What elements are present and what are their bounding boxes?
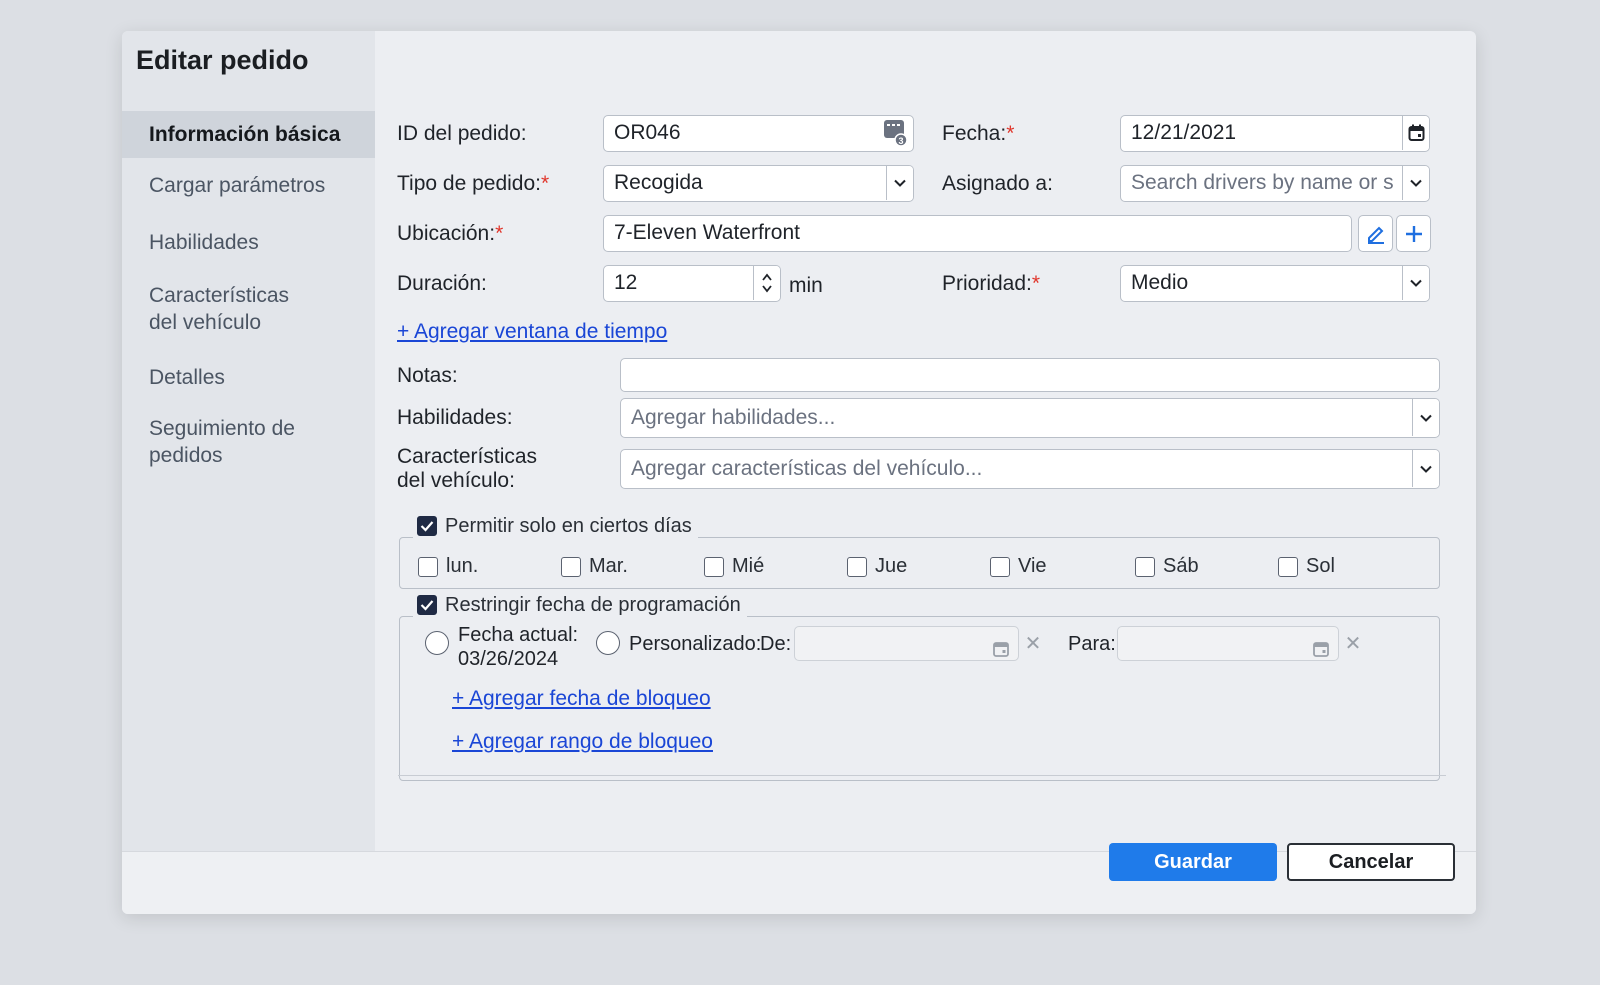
order-type-value: Recogida [614,171,703,194]
sidebar-item-basic-info[interactable]: Información básica [122,111,375,158]
day-sunday[interactable]: Sol [1278,555,1335,578]
assigned-to-placeholder: Search drivers by name or s [1131,171,1394,194]
sidebar: Editar pedido Información básica Cargar … [122,31,375,851]
edit-order-dialog: Editar pedido Información básica Cargar … [122,31,1476,914]
date-field[interactable]: 12/21/2021 [1120,115,1430,152]
location-field[interactable]: 7-Eleven Waterfront [603,215,1352,252]
day-wednesday[interactable]: Mié [704,555,764,578]
chevron-down-icon[interactable] [1402,166,1429,200]
sidebar-item-order-tracking[interactable]: Seguimiento de pedidos [122,415,342,469]
order-id-field[interactable]: OR046 3 [603,115,914,152]
vehicle-features-placeholder: Agregar características del vehículo... [631,457,983,480]
from-date-input[interactable] [794,626,1019,661]
location-label: Ubicación:* [397,222,504,245]
add-block-range-link[interactable]: + Agregar rango de bloqueo [452,730,713,754]
order-type-label: Tipo de pedido:* [397,172,550,195]
pencil-icon [1367,226,1384,244]
add-block-date-link[interactable]: + Agregar fecha de bloqueo [452,687,711,711]
notes-label: Notas: [397,364,458,387]
stepper-arrows-icon[interactable] [753,266,780,300]
restrict-date-legend: Restringir fecha de programación [413,592,747,618]
calendar-icon[interactable] [992,635,1010,660]
duration-unit: min [789,274,823,297]
allowed-days-legend: Permitir solo en ciertos días [413,513,698,539]
day-checkbox[interactable] [847,556,867,577]
vehicle-features-select[interactable]: Agregar características del vehículo... [620,449,1440,489]
notes-input[interactable] [620,358,1440,392]
plus-icon [1405,225,1422,242]
date-value: 12/21/2021 [1131,121,1237,144]
day-checkbox[interactable] [418,556,438,577]
calendar-icon[interactable] [1312,635,1330,660]
sidebar-item-skills[interactable]: Habilidades [122,229,375,256]
day-checkbox[interactable] [1278,556,1298,577]
clear-to-date-icon[interactable]: ✕ [1341,627,1365,660]
order-id-value: OR046 [614,121,681,144]
priority-select[interactable]: Medio [1120,265,1430,302]
assigned-to-label: Asignado a: [942,172,1053,195]
current-date-label: Fecha actual: 03/26/2024 [458,624,579,670]
day-checkbox[interactable] [561,556,581,577]
to-label: Para: [1068,633,1116,655]
from-label: De: [760,633,792,655]
chevron-down-icon[interactable] [886,166,913,200]
clear-from-date-icon[interactable]: ✕ [1021,627,1045,660]
calendar-icon[interactable] [1402,116,1429,150]
chevron-down-icon[interactable] [1402,266,1429,300]
sidebar-item-vehicle-features[interactable]: Características del vehículo [122,282,322,336]
skills-select[interactable]: Agregar habilidades... [620,398,1440,438]
svg-text:3: 3 [898,136,903,146]
chevron-down-icon[interactable] [1412,399,1439,436]
priority-label: Prioridad:* [942,272,1041,295]
custom-date-label: Personalizado: [629,633,762,655]
skills-label: Habilidades: [397,406,513,429]
day-monday[interactable]: lun. [418,555,478,578]
to-date-input[interactable] [1117,626,1339,661]
day-checkbox[interactable] [704,556,724,577]
duration-label: Duración: [397,272,487,295]
custom-date-radio[interactable] [596,631,620,655]
current-date-radio[interactable] [425,631,449,655]
day-checkbox[interactable] [990,556,1010,577]
day-checkbox[interactable] [1135,556,1155,577]
sidebar-item-load-parameters[interactable]: Cargar parámetros [122,172,375,199]
chevron-down-icon[interactable] [1412,450,1439,487]
add-time-window-link[interactable]: + Agregar ventana de tiempo [397,320,667,344]
order-id-label: ID del pedido: [397,122,527,145]
restrict-date-checkbox[interactable] [417,595,437,615]
dialog-title: Editar pedido [136,45,309,75]
duration-stepper[interactable]: 12 [603,265,781,302]
assigned-to-select[interactable]: Search drivers by name or s [1120,165,1430,202]
sidebar-item-details[interactable]: Detalles [122,364,375,391]
cancel-button[interactable]: Cancelar [1287,843,1455,881]
day-tuesday[interactable]: Mar. [561,555,628,578]
vehicle-features-label: Características del vehículo: [397,445,538,492]
restrict-date-label: Restringir fecha de programación [445,593,741,616]
day-thursday[interactable]: Jue [847,555,907,578]
order-type-select[interactable]: Recogida [603,165,914,202]
edit-location-button[interactable] [1358,215,1393,252]
duration-value: 12 [614,271,638,294]
date-label: Fecha:* [942,122,1015,145]
priority-value: Medio [1131,271,1189,294]
allowed-days-checkbox[interactable] [417,516,437,536]
day-friday[interactable]: Vie [990,555,1047,578]
day-saturday[interactable]: Sáb [1135,555,1199,578]
form-divider [398,775,1446,776]
allowed-days-label: Permitir solo en ciertos días [445,514,692,537]
calculator-icon[interactable]: 3 [883,119,909,147]
form-area: ID del pedido: OR046 3 Fecha:* 12/21/202… [375,31,1476,851]
add-location-button[interactable] [1396,215,1431,252]
skills-placeholder: Agregar habilidades... [631,406,836,429]
save-button[interactable]: Guardar [1109,843,1277,881]
